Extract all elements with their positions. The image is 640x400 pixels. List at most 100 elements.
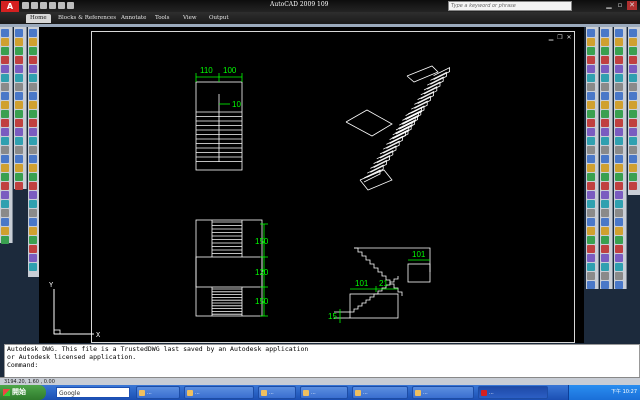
toolbar-tool-icon[interactable] (29, 236, 37, 244)
tab-blocks-references[interactable]: Blocks & References (58, 14, 116, 23)
toolbar-tool-icon[interactable] (601, 29, 609, 37)
toolbar-tool-icon[interactable] (615, 272, 623, 280)
toolbar-tool-icon[interactable] (587, 155, 595, 163)
toolbar-tool-icon[interactable] (615, 200, 623, 208)
tab-tools[interactable]: Tools (155, 14, 169, 23)
command-prompt[interactable]: Command: (7, 361, 639, 369)
toolbar-tool-icon[interactable] (587, 83, 595, 91)
toolbar-tool-icon[interactable] (615, 164, 623, 172)
google-search-input[interactable]: Google (56, 387, 130, 398)
tab-view[interactable]: View (183, 14, 197, 23)
toolbar-tool-icon[interactable] (15, 146, 23, 154)
toolbar-tool-icon[interactable] (587, 209, 595, 217)
toolbar-tool-icon[interactable] (615, 173, 623, 181)
toolbar-tool-icon[interactable] (615, 227, 623, 235)
toolbar-tool-icon[interactable] (15, 155, 23, 163)
toolbar-tool-icon[interactable] (629, 110, 637, 118)
redo-icon[interactable] (58, 2, 65, 9)
toolbar-tool-icon[interactable] (615, 110, 623, 118)
toolbar-tool-icon[interactable] (615, 254, 623, 262)
toolbar-tool-icon[interactable] (15, 173, 23, 181)
toolbar-tool-icon[interactable] (1, 173, 9, 181)
toolbar-tool-icon[interactable] (587, 200, 595, 208)
toolbar-tool-icon[interactable] (615, 92, 623, 100)
plot-icon[interactable] (67, 2, 74, 9)
toolbar-tool-icon[interactable] (587, 110, 595, 118)
toolbar-tool-icon[interactable] (29, 191, 37, 199)
toolbar-tool-icon[interactable] (615, 209, 623, 217)
toolbar-tool-icon[interactable] (29, 146, 37, 154)
toolbar-tool-icon[interactable] (601, 182, 609, 190)
toolbar-tool-icon[interactable] (587, 74, 595, 82)
open-icon[interactable] (31, 2, 38, 9)
toolbar-tool-icon[interactable] (615, 29, 623, 37)
toolbar-tool-icon[interactable] (1, 155, 9, 163)
toolbar-tool-icon[interactable] (629, 173, 637, 181)
toolbar-tool-icon[interactable] (15, 182, 23, 190)
toolbar-tool-icon[interactable] (601, 47, 609, 55)
toolbar-tool-icon[interactable] (615, 137, 623, 145)
toolbar-tool-icon[interactable] (615, 155, 623, 163)
close-icon[interactable]: ✕ (627, 1, 637, 10)
toolbar-tool-icon[interactable] (587, 101, 595, 109)
toolbar-tool-icon[interactable] (629, 47, 637, 55)
toolbar-tool-icon[interactable] (601, 65, 609, 73)
toolbar-tool-icon[interactable] (587, 245, 595, 253)
toolbar-tool-icon[interactable] (29, 227, 37, 235)
toolbar-tool-icon[interactable] (601, 101, 609, 109)
save-icon[interactable] (40, 2, 47, 9)
toolbar-tool-icon[interactable] (1, 38, 9, 46)
toolbar-tool-icon[interactable] (615, 236, 623, 244)
toolbar-tool-icon[interactable] (629, 29, 637, 37)
toolbar-tool-icon[interactable] (587, 146, 595, 154)
toolbar-tool-icon[interactable] (587, 119, 595, 127)
toolbar-tool-icon[interactable] (601, 137, 609, 145)
toolbar-tool-icon[interactable] (601, 74, 609, 82)
toolbar-tool-icon[interactable] (15, 128, 23, 136)
toolbar-tool-icon[interactable] (601, 209, 609, 217)
toolbar-tool-icon[interactable] (1, 83, 9, 91)
toolbar-tool-icon[interactable] (15, 47, 23, 55)
toolbar-tool-icon[interactable] (615, 191, 623, 199)
toolbar-tool-icon[interactable] (15, 137, 23, 145)
toolbar-tool-icon[interactable] (1, 227, 9, 235)
toolbar-tool-icon[interactable] (15, 29, 23, 37)
toolbar-tool-icon[interactable] (15, 110, 23, 118)
toolbar-tool-icon[interactable] (1, 137, 9, 145)
toolbar-tool-icon[interactable] (15, 164, 23, 172)
toolbar-tool-icon[interactable] (601, 164, 609, 172)
taskbar-item[interactable]: ... (412, 386, 474, 399)
toolbar-tool-icon[interactable] (587, 173, 595, 181)
toolbar-tool-icon[interactable] (601, 218, 609, 226)
toolbar-tool-icon[interactable] (615, 146, 623, 154)
toolbar-tool-icon[interactable] (1, 209, 9, 217)
toolbar-tool-icon[interactable] (587, 164, 595, 172)
toolbar-tool-icon[interactable] (29, 128, 37, 136)
toolbar-tool-icon[interactable] (601, 227, 609, 235)
command-window[interactable]: Autodesk DWG. This file is a TrustedDWG … (4, 344, 640, 378)
minimize-icon[interactable]: ▁ (604, 1, 614, 10)
model-space-viewport[interactable]: ▁ ❐ ✕ 110 100 10 150 120 150 101 101 21 … (91, 31, 575, 343)
taskbar-item[interactable]: ... (258, 386, 296, 399)
toolbar-tool-icon[interactable] (1, 146, 9, 154)
toolbar-tool-icon[interactable] (15, 56, 23, 64)
toolbar-tool-icon[interactable] (629, 146, 637, 154)
toolbar-tool-icon[interactable] (601, 38, 609, 46)
toolbar-tool-icon[interactable] (601, 128, 609, 136)
toolbar-tool-icon[interactable] (1, 101, 9, 109)
toolbar-tool-icon[interactable] (587, 29, 595, 37)
toolbar-tool-icon[interactable] (1, 182, 9, 190)
toolbar-tool-icon[interactable] (29, 56, 37, 64)
toolbar-tool-icon[interactable] (29, 254, 37, 262)
tab-annotate[interactable]: Annotate (121, 14, 146, 23)
toolbar-tool-icon[interactable] (615, 74, 623, 82)
toolbar-tool-icon[interactable] (629, 164, 637, 172)
toolbar-tool-icon[interactable] (29, 173, 37, 181)
toolbar-tool-icon[interactable] (587, 236, 595, 244)
toolbar-tool-icon[interactable] (15, 38, 23, 46)
toolbar-tool-icon[interactable] (29, 245, 37, 253)
toolbar-tool-icon[interactable] (1, 218, 9, 226)
toolbar-tool-icon[interactable] (1, 128, 9, 136)
toolbar-tool-icon[interactable] (1, 56, 9, 64)
toolbar-tool-icon[interactable] (29, 74, 37, 82)
